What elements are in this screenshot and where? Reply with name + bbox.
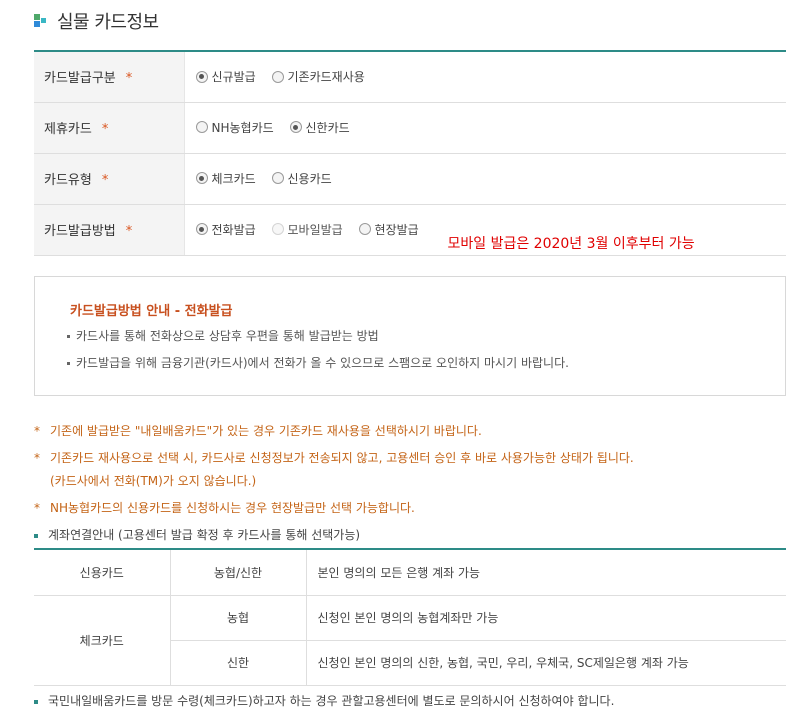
notice-text: 기존에 발급받은 "내일배움카드"가 있는 경우 기존카드 재사용을 선택하시기… <box>50 424 482 438</box>
notice-line: (카드사에서 전화(TM)가 오지 않습니다.) <box>50 472 256 489</box>
radio-label: 신용카드 <box>287 171 332 186</box>
radio-label: 체크카드 <box>211 171 256 186</box>
radio-button[interactable] <box>358 223 371 236</box>
account-title-text: 계좌연결안내 (고용센터 발급 확정 후 카드사를 통해 선택가능) <box>48 528 361 542</box>
section-title-icon <box>34 14 48 28</box>
mobile-issue-note: 모바일 발급은 2020년 3월 이후부터 가능 <box>447 235 695 252</box>
footer-note: 국민내일배움카드를 방문 수령(체크카드)하고자 하는 경우 관할고용센터에 별… <box>34 692 614 709</box>
required-mark: * <box>125 71 133 87</box>
card-type-cell: 신용카드 <box>34 549 171 596</box>
form-label-cell: 카드발급방법 * <box>34 204 185 256</box>
bullet-square <box>34 533 38 538</box>
radio-label: 신한카드 <box>305 120 350 135</box>
radio-button[interactable] <box>195 172 208 185</box>
radio-phone-issue[interactable]: 전화발급 <box>195 221 256 238</box>
bullet-square <box>34 699 38 704</box>
bullet-dot <box>67 335 70 338</box>
required-mark: * <box>101 122 109 137</box>
asterisk: * <box>34 451 40 465</box>
radio-label: NH농협카드 <box>211 120 274 135</box>
form-label-cell: 카드발급구분 * <box>34 51 185 103</box>
form-value-cell: 신규발급 기존카드재사용 <box>184 51 786 103</box>
account-desc-cell: 본인 명의의 모든 은행 계좌 가능 <box>306 549 786 596</box>
radio-credit-card[interactable]: 신용카드 <box>271 170 332 187</box>
notice-line: * 기존카드 재사용으로 선택 시, 카드사로 신청정보가 전송되지 않고, 고용… <box>34 449 634 466</box>
form-label-cell: 제휴카드 * <box>34 102 185 154</box>
guide-item: 카드사를 통해 전화상으로 상담후 우편을 통해 발급받는 방법 <box>67 327 379 344</box>
form-label: 카드발급방법 <box>44 224 116 239</box>
radio-label: 모바일발급 <box>287 222 343 237</box>
form-label: 카드유형 <box>44 173 92 188</box>
radio-button[interactable] <box>271 223 284 236</box>
radio-check-card[interactable]: 체크카드 <box>195 170 256 187</box>
radio-onsite-issue[interactable]: 현장발급 <box>358 221 419 238</box>
radio-label: 전화발급 <box>211 222 256 237</box>
card-info-form: 카드발급구분 * 신규발급 기존카드재사용 제휴카드 * NH농협카드 신한카드 카… <box>34 50 786 256</box>
radio-reuse-card[interactable]: 기존카드재사용 <box>271 68 365 85</box>
bank-cell: 농협/신한 <box>170 549 307 596</box>
guide-item-text: 카드사를 통해 전화상으로 상담후 우편을 통해 발급받는 방법 <box>76 329 379 343</box>
required-mark: * <box>125 224 133 239</box>
radio-new-issue[interactable]: 신규발급 <box>195 68 256 85</box>
radio-button[interactable] <box>195 223 208 236</box>
form-label: 카드발급구분 <box>44 71 116 87</box>
radio-button[interactable] <box>271 172 284 185</box>
radio-button[interactable] <box>289 121 302 134</box>
form-row-card-type: 카드유형 * 체크카드 신용카드 <box>34 153 786 205</box>
radio-label: 기존카드재사용 <box>287 70 365 84</box>
notice-text: 기존카드 재사용으로 선택 시, 카드사로 신청정보가 전송되지 않고, 고용센… <box>50 451 634 465</box>
account-desc-cell: 신청인 본인 명의의 신한, 농협, 국민, 우리, 우체국, SC제일은행 계… <box>306 640 786 686</box>
form-label-cell: 카드유형 * <box>34 153 185 205</box>
section-header: 실물 카드정보 <box>34 7 159 35</box>
asterisk: * <box>34 501 40 515</box>
card-type-cell: 체크카드 <box>34 595 171 686</box>
radio-label: 신규발급 <box>211 70 256 84</box>
bank-cell: 신한 <box>170 640 307 686</box>
form-row-issue-type: 카드발급구분 * 신규발급 기존카드재사용 <box>34 51 786 103</box>
table-row: 신용카드 농협/신한 본인 명의의 모든 은행 계좌 가능 <box>34 549 786 596</box>
radio-button[interactable] <box>271 70 284 83</box>
form-row-partner-card: 제휴카드 * NH농협카드 신한카드 <box>34 102 786 154</box>
notice-text: NH농협카드의 신용카드를 신청하시는 경우 현장발급만 선택 가능합니다. <box>50 501 415 515</box>
radio-button[interactable] <box>195 121 208 134</box>
form-value-cell: NH농협카드 신한카드 <box>184 102 786 154</box>
form-value-cell: 체크카드 신용카드 <box>184 153 786 205</box>
account-desc-cell: 신청인 본인 명의의 농협계좌만 가능 <box>306 595 786 641</box>
guide-item-text: 카드발급을 위해 금융기관(카드사)에서 전화가 올 수 있으므로 스팸으로 오… <box>76 356 569 370</box>
form-label: 제휴카드 <box>44 122 92 137</box>
issue-method-guide: 카드발급방법 안내 - 전화발급 카드사를 통해 전화상으로 상담후 우편을 통… <box>34 276 786 396</box>
notice-line: * 기존에 발급받은 "내일배움카드"가 있는 경우 기존카드 재사용을 선택하시… <box>34 422 482 439</box>
footer-note-text: 국민내일배움카드를 방문 수령(체크카드)하고자 하는 경우 관할고용센터에 별… <box>48 694 615 708</box>
guide-title: 카드발급방법 안내 - 전화발급 <box>70 304 233 319</box>
radio-nh-card[interactable]: NH농협카드 <box>195 119 274 136</box>
bullet-dot <box>67 362 70 365</box>
radio-button[interactable] <box>195 70 208 83</box>
radio-label: 현장발급 <box>374 222 419 237</box>
guide-item: 카드발급을 위해 금융기관(카드사)에서 전화가 올 수 있으므로 스팸으로 오… <box>67 354 569 371</box>
notice-text: (카드사에서 전화(TM)가 오지 않습니다.) <box>50 474 257 488</box>
notice-line: * NH농협카드의 신용카드를 신청하시는 경우 현장발급만 선택 가능합니다. <box>34 499 415 516</box>
page-title: 실물 카드정보 <box>57 12 159 33</box>
form-value-cell: 전화발급 모바일발급 현장발급 모바일 발급은 2020년 3월 이후부터 가능 <box>184 204 786 256</box>
table-row: 체크카드 농협 신청인 본인 명의의 농협계좌만 가능 <box>34 595 786 686</box>
radio-shinhan-card[interactable]: 신한카드 <box>289 119 350 136</box>
required-mark: * <box>101 173 109 188</box>
account-guide-title: 계좌연결안내 (고용센터 발급 확정 후 카드사를 통해 선택가능) <box>34 526 360 543</box>
form-row-issue-method: 카드발급방법 * 전화발급 모바일발급 현장발급 모바일 발급은 2020년 3월… <box>34 204 786 256</box>
asterisk: * <box>34 424 40 438</box>
bank-cell: 농협 <box>170 595 307 641</box>
radio-mobile-issue[interactable]: 모바일발급 <box>271 221 343 238</box>
account-link-table: 신용카드 농협/신한 본인 명의의 모든 은행 계좌 가능 체크카드 농협 신청… <box>34 548 786 686</box>
